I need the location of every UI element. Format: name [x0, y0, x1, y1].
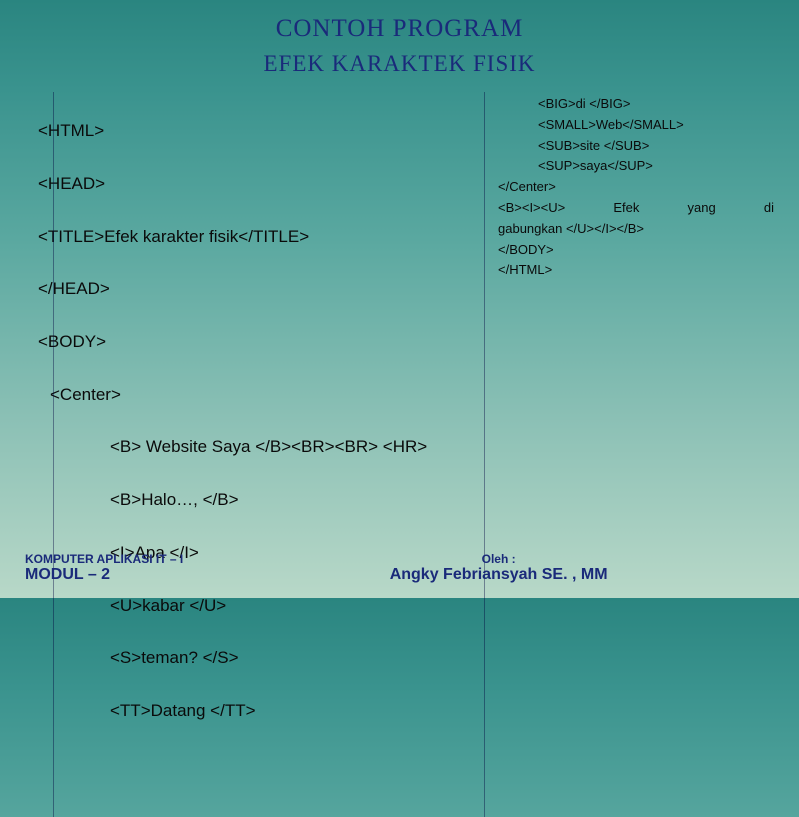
header-area: CONTOH PROGRAM EFEK KARAKTEK FISIK	[0, 0, 799, 77]
code-line: </HTML>	[498, 260, 774, 281]
code-block-left: <HTML> <HEAD> <TITLE>Efek karakter fisik…	[38, 92, 468, 777]
code-block-right: <BIG>di </BIG> <SMALL>Web</SMALL> <SUB>s…	[498, 94, 774, 281]
code-fragment: di	[764, 198, 774, 219]
module-label: MODUL – 2	[25, 566, 183, 584]
divider-line-right	[484, 92, 485, 817]
code-line: </Center>	[498, 177, 774, 198]
code-line: <TITLE>Efek karakter fisik</TITLE>	[38, 224, 468, 250]
code-fragment: yang	[688, 198, 716, 219]
content-row: <HTML> <HEAD> <TITLE>Efek karakter fisik…	[0, 77, 799, 777]
right-code-column: <BIG>di </BIG> <SMALL>Web</SMALL> <SUB>s…	[498, 92, 774, 777]
divider-line-left	[53, 92, 54, 817]
code-line: <TT>Datang </TT>	[38, 698, 468, 724]
code-line: <Center>	[38, 382, 468, 408]
code-line: <S>teman? </S>	[38, 645, 468, 671]
code-line: <B>Halo…, </B>	[38, 487, 468, 513]
code-line: <BODY>	[38, 329, 468, 355]
code-line: <U>kabar </U>	[38, 593, 468, 619]
footer-left: KOMPUTER APLIKASI IT – I MODUL – 2	[25, 552, 183, 584]
by-label: Oleh :	[223, 552, 774, 566]
code-line: </BODY>	[498, 240, 774, 261]
footer-right: Oleh : Angky Febriansyah SE. , MM	[183, 552, 774, 584]
code-line: <SUP>saya</SUP>	[498, 156, 774, 177]
code-line: <SMALL>Web</SMALL>	[498, 115, 774, 136]
code-line: <HTML>	[38, 118, 468, 144]
code-line: gabungkan </U></I></B>	[498, 219, 774, 240]
author-name: Angky Febriansyah SE. , MM	[223, 566, 774, 584]
course-label: KOMPUTER APLIKASI IT – I	[25, 552, 183, 566]
left-code-column: <HTML> <HEAD> <TITLE>Efek karakter fisik…	[38, 92, 468, 777]
code-line: <SUB>site </SUB>	[498, 136, 774, 157]
sub-title: EFEK KARAKTEK FISIK	[0, 51, 799, 77]
code-line: <BIG>di </BIG>	[498, 94, 774, 115]
code-fragment: Efek	[613, 198, 639, 219]
code-line: </HEAD>	[38, 276, 468, 302]
footer: KOMPUTER APLIKASI IT – I MODUL – 2 Oleh …	[25, 552, 774, 584]
code-line: <B> Website Saya </B><BR><BR> <HR>	[38, 434, 468, 460]
code-line: <HEAD>	[38, 171, 468, 197]
main-title: CONTOH PROGRAM	[0, 15, 799, 43]
code-fragment: <B><I><U>	[498, 198, 565, 219]
code-line-justified: <B><I><U> Efek yang di	[498, 198, 774, 219]
